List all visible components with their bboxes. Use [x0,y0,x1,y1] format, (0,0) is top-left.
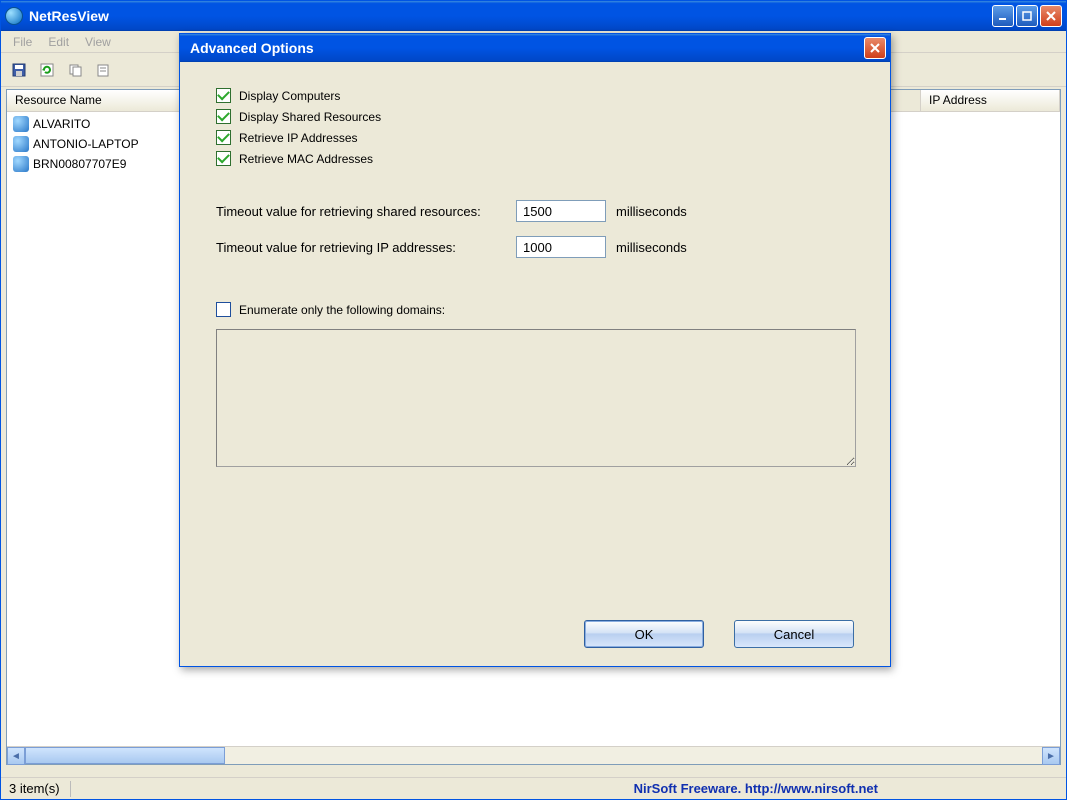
scroll-thumb[interactable] [25,747,225,764]
checkbox-display-computers[interactable] [216,88,231,103]
menu-edit[interactable]: Edit [40,33,77,51]
status-credit: NirSoft Freeware. http://www.nirsoft.net [634,781,1058,796]
dialog-close-button[interactable] [864,37,886,59]
computer-icon [13,136,29,152]
checkbox-display-shared[interactable] [216,109,231,124]
timeout-shared-label: Timeout value for retrieving shared reso… [216,204,516,219]
dialog-titlebar: Advanced Options [180,34,890,62]
advanced-options-dialog: Advanced Options Display Computers Displ… [179,33,891,667]
maximize-button[interactable] [1016,5,1038,27]
scroll-left-arrow[interactable]: ◄ [7,747,25,765]
app-title: NetResView [29,8,992,24]
resource-name-cell: BRN00807707E9 [33,157,126,171]
scroll-track[interactable] [225,747,1042,764]
minimize-button[interactable] [992,5,1014,27]
horizontal-scrollbar[interactable]: ◄ ► [7,746,1060,764]
dialog-buttons: OK Cancel [584,620,854,648]
menu-file[interactable]: File [5,33,40,51]
main-window: NetResView File Edit View Resource Name … [0,0,1067,800]
statusbar: 3 item(s) NirSoft Freeware. http://www.n… [1,777,1066,799]
close-button[interactable] [1040,5,1062,27]
checkbox-label: Display Computers [239,89,340,103]
status-separator [70,781,71,797]
checkbox-label: Display Shared Resources [239,110,381,124]
cancel-button[interactable]: Cancel [734,620,854,648]
checkbox-retrieve-mac[interactable] [216,151,231,166]
app-icon [5,7,23,25]
menu-view[interactable]: View [77,33,119,51]
dialog-body: Display Computers Display Shared Resourc… [180,62,890,490]
checkbox-label: Retrieve MAC Addresses [239,152,373,166]
col-resource-name[interactable]: Resource Name [7,90,187,111]
window-controls [992,5,1062,27]
timeout-shared-row: Timeout value for retrieving shared reso… [216,200,854,222]
unit-label: milliseconds [616,204,687,219]
refresh-icon[interactable] [35,58,59,82]
properties-icon[interactable] [91,58,115,82]
timeout-ip-row: Timeout value for retrieving IP addresse… [216,236,854,258]
col-ip-address[interactable]: IP Address [920,90,1060,111]
timeout-ip-label: Timeout value for retrieving IP addresse… [216,240,516,255]
domains-textarea[interactable] [216,329,856,467]
dialog-title: Advanced Options [184,40,864,56]
checkbox-retrieve-ip[interactable] [216,130,231,145]
ok-button[interactable]: OK [584,620,704,648]
timeout-shared-input[interactable] [516,200,606,222]
save-icon[interactable] [7,58,31,82]
resource-name-cell: ALVARITO [33,117,90,131]
timeout-ip-input[interactable] [516,236,606,258]
scroll-right-arrow[interactable]: ► [1042,747,1060,765]
main-titlebar: NetResView [1,1,1066,31]
copy-icon[interactable] [63,58,87,82]
checkbox-label: Retrieve IP Addresses [239,131,358,145]
computer-icon [13,156,29,172]
unit-label: milliseconds [616,240,687,255]
checkbox-label: Enumerate only the following domains: [239,303,445,317]
computer-icon [13,116,29,132]
resource-name-cell: ANTONIO-LAPTOP [33,137,139,151]
status-item-count: 3 item(s) [9,781,60,796]
checkbox-enum-domains[interactable] [216,302,231,317]
